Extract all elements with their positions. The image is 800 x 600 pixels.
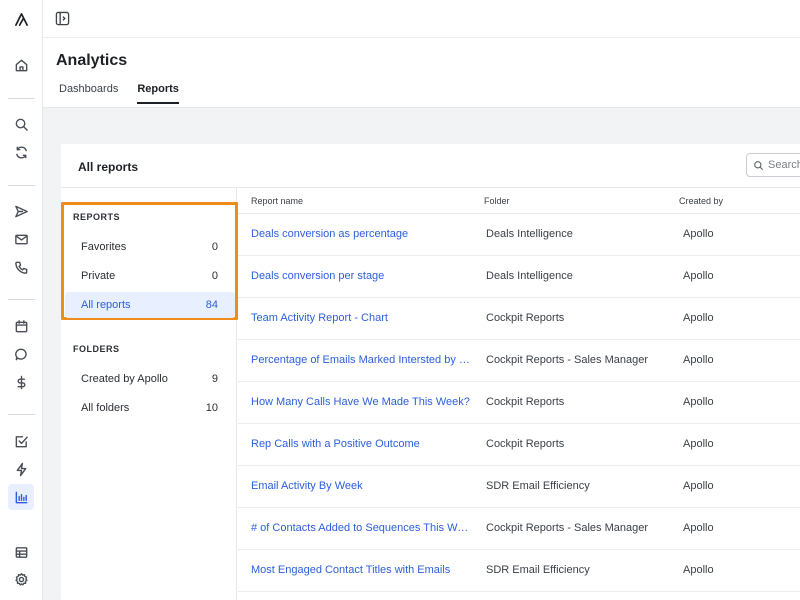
refresh-icon[interactable]	[10, 141, 32, 163]
chat-icon[interactable]	[10, 343, 32, 365]
table-icon[interactable]	[10, 541, 32, 563]
search-icon	[754, 160, 764, 170]
report-name-link[interactable]: Most Engaged Contact Titles with Emails	[251, 564, 473, 576]
search-placeholder: Search	[768, 159, 800, 171]
report-name-link[interactable]: Email Activity By Week	[251, 480, 473, 492]
table-row[interactable]: Team Activity Report - Chart Cockpit Rep…	[238, 298, 800, 340]
search-icon[interactable]	[10, 113, 32, 135]
report-name-link[interactable]: How Many Calls Have We Made This Week?	[251, 396, 473, 408]
page-header: Analytics Dashboards Reports	[43, 38, 800, 108]
left-navigation-rail	[0, 0, 43, 600]
report-name-link[interactable]: Deals conversion per stage	[251, 270, 473, 282]
filter-count: 10	[205, 402, 218, 414]
table-row[interactable]: Deals conversion as percentage Deals Int…	[238, 214, 800, 256]
table-header: Report name Folder Created by	[238, 188, 800, 214]
rail-divider	[8, 414, 35, 415]
tasks-icon[interactable]	[10, 430, 32, 452]
report-name-link[interactable]: Rep Calls with a Positive Outcome	[251, 438, 473, 450]
column-folder[interactable]: Folder	[484, 196, 510, 206]
calendar-icon[interactable]	[10, 315, 32, 337]
report-folder: Cockpit Reports - Sales Manager	[486, 354, 649, 366]
table-row[interactable]: Email Activity By Week SDR Email Efficie…	[238, 466, 800, 508]
tab-bar: Dashboards Reports	[59, 83, 179, 104]
report-folder: SDR Email Efficiency	[486, 564, 590, 576]
reports-table: Report name Folder Created by Deals conv…	[238, 188, 800, 592]
column-created-by[interactable]: Created by	[679, 196, 723, 206]
report-creator: Apollo	[683, 270, 714, 282]
dollar-icon[interactable]	[10, 371, 32, 393]
table-row[interactable]: How Many Calls Have We Made This Week? C…	[238, 382, 800, 424]
report-creator: Apollo	[683, 312, 714, 324]
filter-label: All reports	[81, 299, 131, 311]
home-icon[interactable]	[10, 54, 32, 76]
filter-count: 0	[211, 270, 218, 282]
report-creator: Apollo	[683, 354, 714, 366]
report-name-link[interactable]: # of Contacts Added to Sequences This We…	[251, 522, 473, 534]
filter-label: All folders	[81, 402, 130, 414]
table-row[interactable]: # of Contacts Added to Sequences This We…	[238, 508, 800, 550]
filter-count: 0	[211, 241, 218, 253]
report-creator: Apollo	[683, 396, 714, 408]
tab-reports[interactable]: Reports	[137, 83, 179, 104]
filter-item-all-folders[interactable]: All folders 10	[65, 395, 235, 421]
report-name-link[interactable]: Deals conversion as percentage	[251, 228, 473, 240]
table-row[interactable]: Percentage of Emails Marked Intersted by…	[238, 340, 800, 382]
send-icon[interactable]	[10, 200, 32, 222]
filter-item-private[interactable]: Private 0	[65, 263, 235, 289]
report-name-link[interactable]: Percentage of Emails Marked Intersted by…	[251, 354, 473, 366]
lightning-icon[interactable]	[10, 458, 32, 480]
report-folder: Deals Intelligence	[486, 270, 573, 282]
table-row[interactable]: Rep Calls with a Positive Outcome Cockpi…	[238, 424, 800, 466]
filter-label: Favorites	[81, 241, 127, 253]
report-creator: Apollo	[683, 480, 714, 492]
table-row[interactable]: Most Engaged Contact Titles with Emails …	[238, 550, 800, 592]
report-folder: SDR Email Efficiency	[486, 480, 590, 492]
report-folder: Deals Intelligence	[486, 228, 573, 240]
reports-card: All reports Search REPORTS Favorites 0 P…	[61, 144, 800, 600]
report-folder: Cockpit Reports - Sales Manager	[486, 522, 649, 534]
report-creator: Apollo	[683, 564, 714, 576]
page-title: Analytics	[56, 52, 128, 69]
phone-icon[interactable]	[10, 256, 32, 278]
filter-count: 9	[211, 373, 218, 385]
settings-icon[interactable]	[10, 568, 32, 590]
report-creator: Apollo	[683, 522, 714, 534]
filter-panel: REPORTS Favorites 0 Private 0 All report…	[61, 188, 238, 600]
rail-divider	[8, 299, 35, 300]
report-folder: Cockpit Reports	[486, 312, 565, 324]
filter-item-favorites[interactable]: Favorites 0	[65, 234, 235, 260]
filter-label: Created by Apollo	[81, 373, 168, 385]
filter-item-created-by-apollo[interactable]: Created by Apollo 9	[65, 366, 235, 392]
apollo-logo-icon[interactable]	[10, 8, 32, 30]
report-folder: Cockpit Reports	[486, 396, 565, 408]
report-creator: Apollo	[683, 228, 714, 240]
filter-count: 84	[205, 299, 218, 311]
analytics-icon[interactable]	[8, 484, 34, 510]
top-bar	[43, 0, 800, 38]
tab-dashboards[interactable]: Dashboards	[59, 83, 118, 104]
report-folder: Cockpit Reports	[486, 438, 565, 450]
report-name-link[interactable]: Team Activity Report - Chart	[251, 312, 473, 324]
rail-divider	[8, 185, 35, 186]
report-creator: Apollo	[683, 438, 714, 450]
sidebar-toggle-icon[interactable]	[55, 11, 70, 26]
search-input[interactable]: Search	[746, 153, 800, 177]
main-content: All reports Search REPORTS Favorites 0 P…	[43, 108, 800, 600]
table-row[interactable]: Deals conversion per stage Deals Intelli…	[238, 256, 800, 298]
filter-label: Private	[81, 270, 116, 282]
filter-item-all-reports[interactable]: All reports 84	[65, 292, 235, 318]
mail-icon[interactable]	[10, 228, 32, 250]
folders-heading: FOLDERS	[73, 344, 120, 354]
reports-heading: REPORTS	[73, 212, 121, 222]
card-title: All reports	[78, 160, 139, 174]
rail-divider	[8, 98, 35, 99]
column-report-name[interactable]: Report name	[251, 196, 303, 206]
